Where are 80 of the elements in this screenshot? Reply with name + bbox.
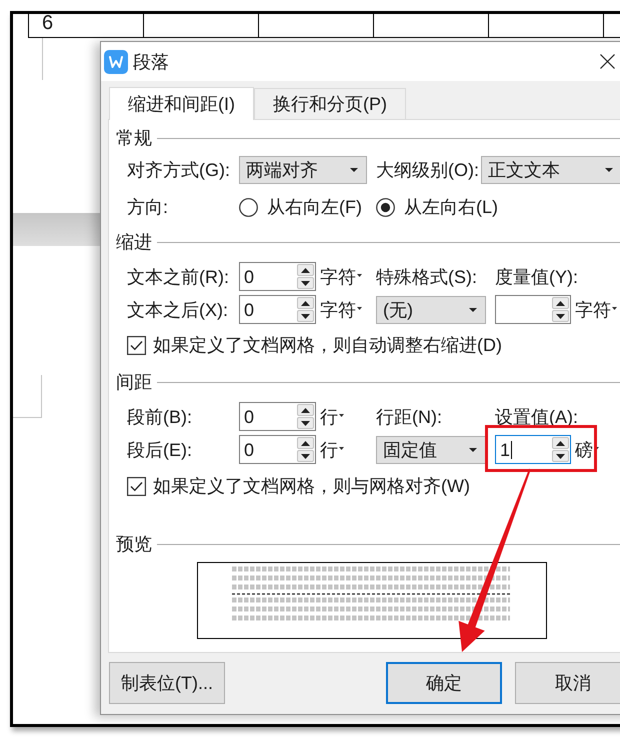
down-triangle-icon bbox=[301, 454, 310, 458]
radio-option[interactable]: 从左向右(L) bbox=[376, 196, 513, 218]
spin-field[interactable]: 0 bbox=[239, 262, 316, 291]
margin-mark bbox=[13, 375, 42, 418]
margin-mark bbox=[42, 38, 43, 80]
spin-field[interactable] bbox=[495, 295, 571, 324]
dropdown[interactable]: 正文文本 bbox=[481, 156, 620, 184]
down-triangle-icon bbox=[556, 314, 565, 318]
section-title: 预览 bbox=[116, 534, 152, 554]
field-label: 度量值(Y): bbox=[495, 266, 579, 288]
field-label: 行距(N): bbox=[376, 406, 443, 428]
field-label: 对齐方式(G): bbox=[127, 159, 231, 181]
up-triangle-icon bbox=[556, 440, 565, 446]
close-icon bbox=[600, 54, 614, 69]
radio-option[interactable]: 从右向左(F) bbox=[239, 196, 376, 218]
caret-icon bbox=[469, 308, 477, 312]
tab[interactable]: 缩进和间距(I) bbox=[109, 87, 254, 120]
caret-icon bbox=[469, 448, 477, 452]
unit-dropdown[interactable]: 行 bbox=[320, 406, 344, 428]
caret-icon bbox=[339, 447, 344, 450]
spin-field[interactable]: 1 bbox=[495, 435, 571, 464]
dropdown[interactable]: 固定值 bbox=[376, 436, 486, 464]
field-label: 文本之后(X): bbox=[127, 298, 229, 320]
section-title: 缩进 bbox=[116, 232, 152, 252]
caret-icon bbox=[605, 168, 613, 172]
up-triangle-icon bbox=[301, 268, 310, 272]
spin-down-button[interactable] bbox=[297, 277, 314, 289]
field-label: 设置值(A): bbox=[495, 406, 579, 428]
field-label: 文本之前(R): bbox=[127, 266, 230, 288]
spin-up-button[interactable] bbox=[297, 264, 314, 276]
checkbox-option[interactable]: 如果定义了文档网格，则自动调整右缩进(D) bbox=[127, 333, 502, 357]
dropdown[interactable]: 两端对齐 bbox=[239, 156, 367, 184]
unit-dropdown[interactable]: 字符 bbox=[575, 298, 617, 320]
dropdown[interactable]: (无) bbox=[376, 296, 486, 324]
field-label: 特殊格式(S): bbox=[376, 266, 478, 288]
spin-up-button[interactable] bbox=[552, 437, 569, 449]
window-title: 段落 bbox=[133, 50, 169, 74]
spin-field[interactable]: 0 bbox=[239, 435, 316, 464]
unit-dropdown[interactable]: 字符 bbox=[320, 266, 362, 288]
up-triangle-icon bbox=[301, 440, 310, 446]
down-triangle-icon bbox=[301, 420, 310, 426]
unit-dropdown[interactable]: 字符 bbox=[320, 298, 362, 320]
up-triangle-icon bbox=[301, 408, 310, 412]
dialog-button[interactable]: 取消 bbox=[515, 662, 620, 704]
down-triangle-icon bbox=[556, 454, 565, 458]
caret-icon bbox=[357, 307, 362, 310]
spin-up-button[interactable] bbox=[297, 297, 314, 309]
caret-icon bbox=[612, 307, 617, 310]
up-triangle-icon bbox=[301, 300, 310, 306]
up-triangle-icon bbox=[556, 300, 565, 306]
text-cursor-icon bbox=[511, 440, 512, 458]
unit-dropdown[interactable]: 行 bbox=[320, 438, 344, 460]
section-title: 间距 bbox=[116, 372, 152, 392]
field-label: 段后(E): bbox=[127, 438, 193, 460]
tab[interactable]: 换行和分页(P) bbox=[254, 88, 406, 119]
checkbox-option[interactable]: 如果定义了文档网格，则与网格对齐(W) bbox=[127, 474, 470, 498]
caret-icon bbox=[339, 414, 344, 417]
spin-field[interactable]: 0 bbox=[239, 295, 316, 324]
spin-down-button[interactable] bbox=[297, 450, 314, 462]
field-label: 大纲级别(O): bbox=[376, 159, 480, 181]
spin-down-button[interactable] bbox=[297, 310, 314, 322]
spin-down-button[interactable] bbox=[297, 417, 314, 429]
table-cell: 6 bbox=[28, 14, 143, 38]
field-label: 方向: bbox=[127, 196, 170, 218]
spin-up-button[interactable] bbox=[297, 437, 314, 449]
spin-up-button[interactable] bbox=[297, 404, 314, 416]
unit-dropdown[interactable]: 磅 bbox=[575, 438, 599, 460]
spin-field[interactable]: 0 bbox=[239, 402, 316, 431]
spin-down-button[interactable] bbox=[552, 450, 569, 462]
spin-down-button[interactable] bbox=[552, 310, 569, 322]
down-triangle-icon bbox=[301, 314, 310, 318]
spin-up-button[interactable] bbox=[552, 297, 569, 309]
down-triangle-icon bbox=[301, 280, 310, 286]
field-label: 段前(B): bbox=[127, 406, 193, 428]
app-icon bbox=[104, 50, 128, 74]
dialog-button[interactable]: 确定 bbox=[386, 662, 502, 704]
section-title: 常规 bbox=[116, 128, 152, 148]
caret-icon bbox=[357, 274, 362, 277]
dialog-button[interactable]: 制表位(T)... bbox=[109, 662, 225, 704]
caret-icon bbox=[350, 168, 358, 172]
